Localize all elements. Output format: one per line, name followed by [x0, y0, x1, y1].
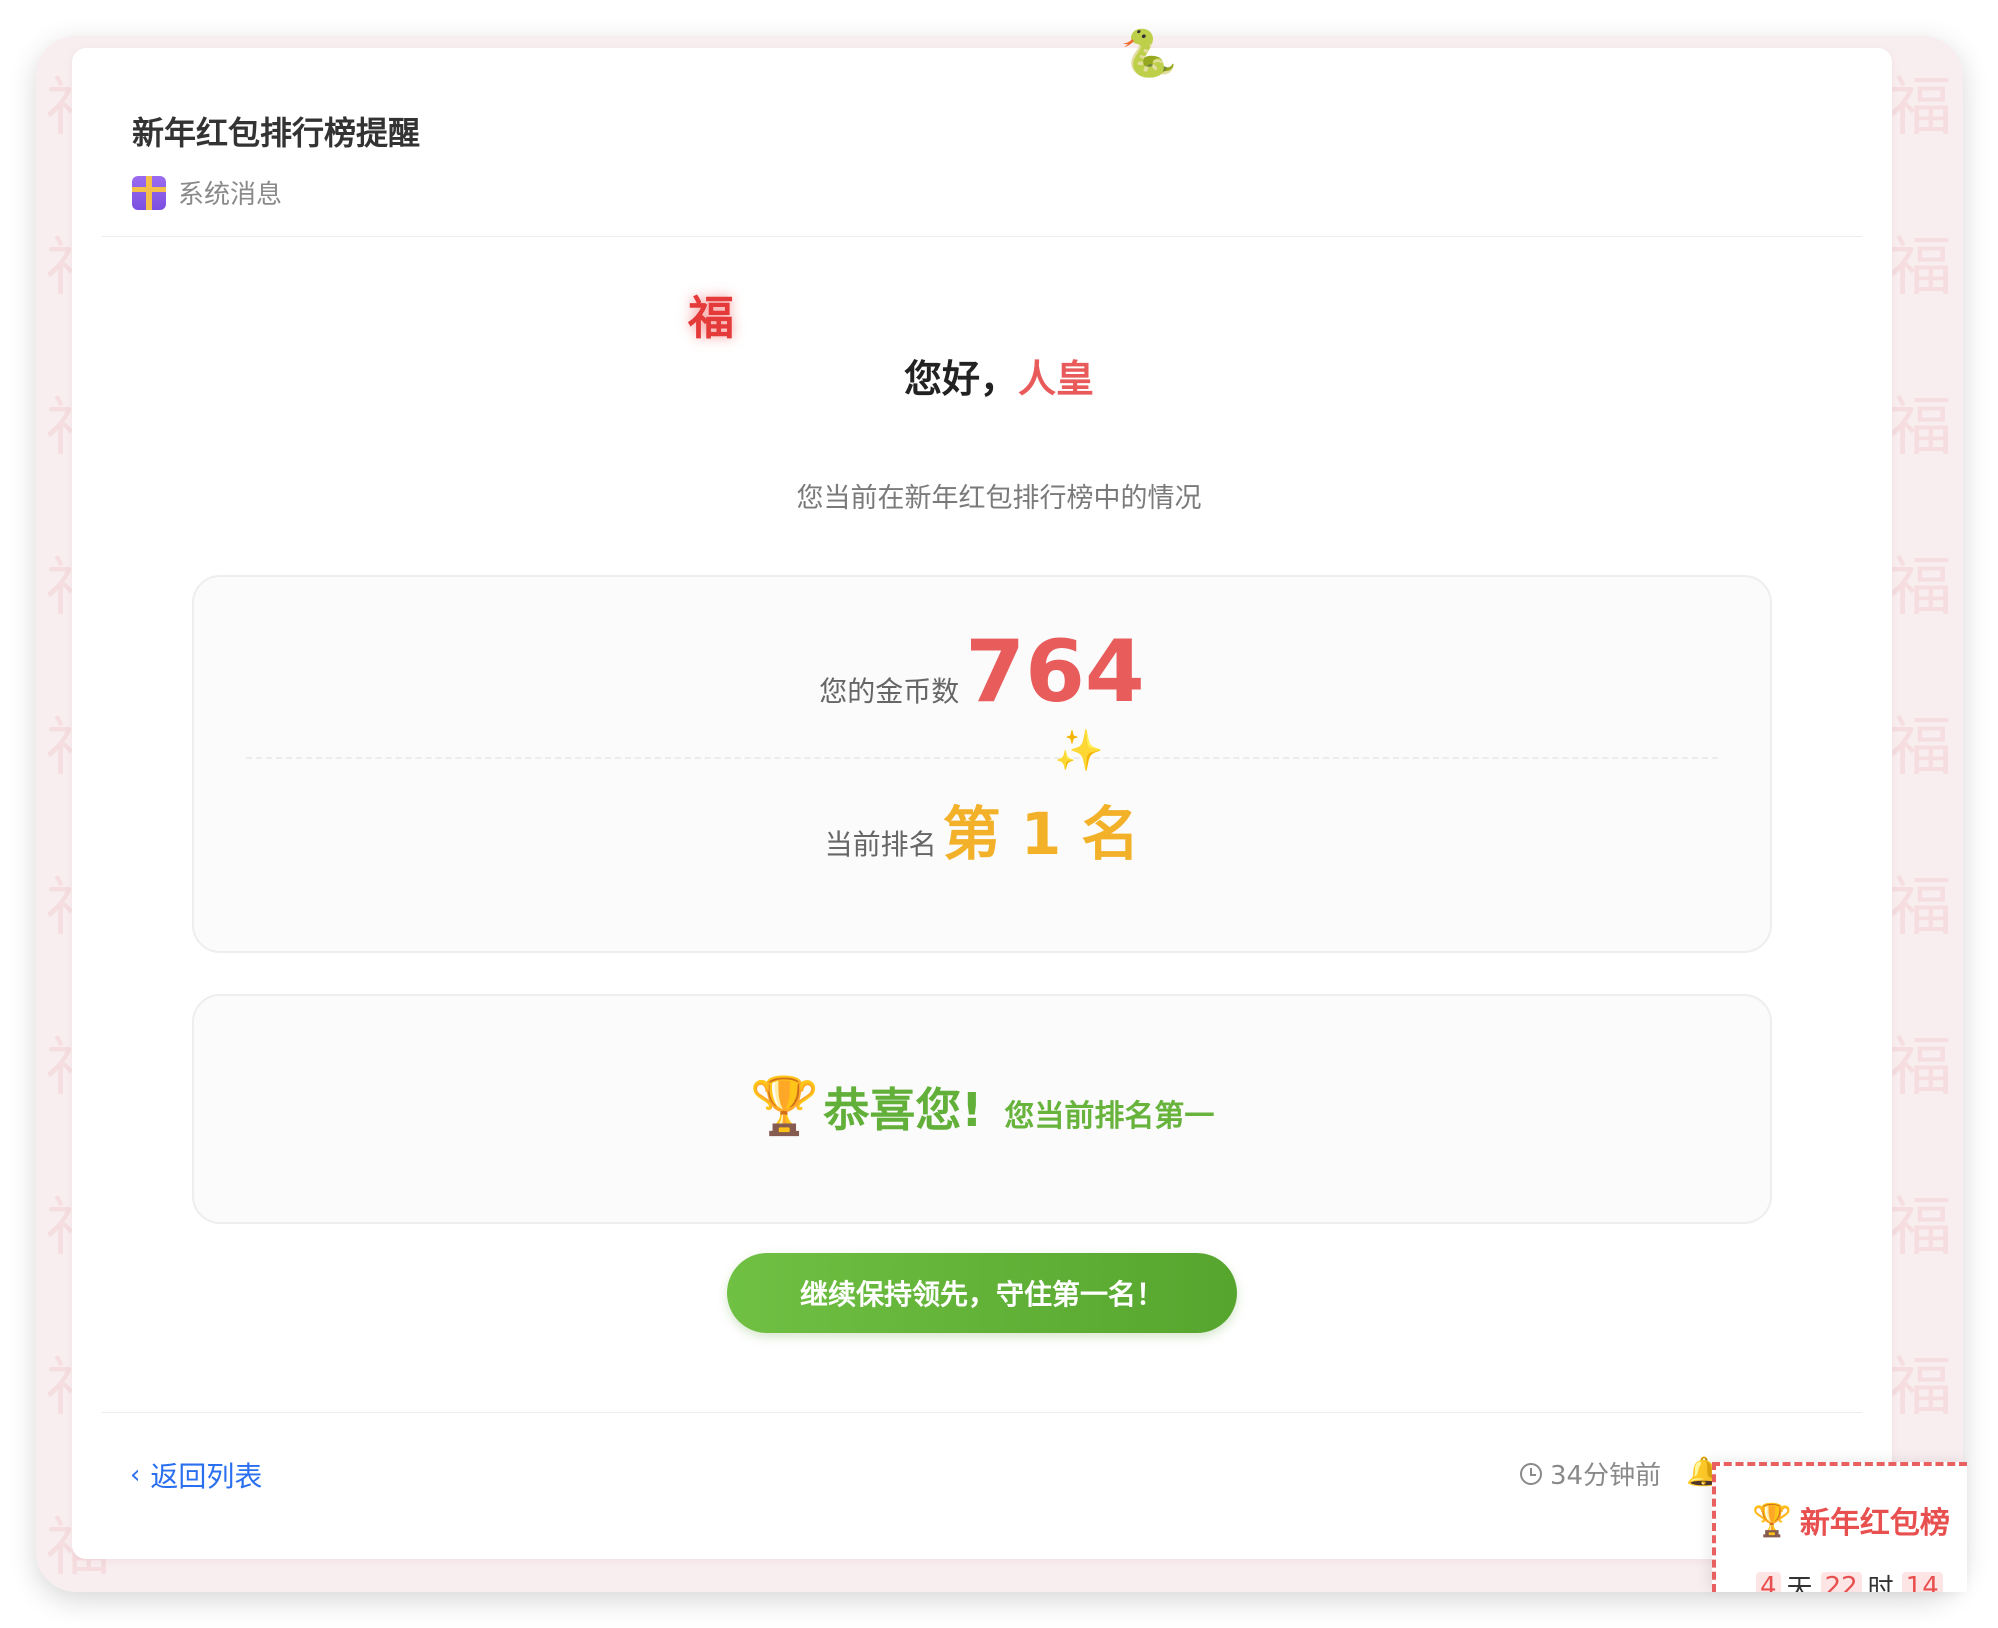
header-divider [102, 236, 1862, 237]
countdown-minutes: 14 [1901, 1571, 1943, 1592]
back-label: 返回列表 [150, 1460, 263, 1493]
backdrop-fortune-glyph: 福 [1888, 231, 1952, 305]
backdrop-fortune-glyph: 福 [1888, 711, 1952, 785]
stats-panel: 您的金币数 764 ✨ 当前排名 第 1 名 [192, 575, 1772, 953]
sparkle-icon: ✨ [1054, 728, 1104, 774]
congrats-message: 🏆 恭喜您! 您当前排名第一 [194, 1074, 1770, 1140]
backdrop-fortune-glyph: 福 [1888, 1031, 1952, 1105]
countdown-timer: 4 天 22 时 14 [1756, 1568, 1949, 1592]
countdown-widget[interactable]: 🏆 新年红包榜 4 天 22 时 14 [1712, 1462, 1967, 1592]
back-to-list-link[interactable]: ‹ 返回列表 [130, 1455, 262, 1495]
congrats-subtitle: 您当前排名第一 [1004, 1099, 1215, 1134]
countdown-days-unit: 天 [1786, 1574, 1813, 1592]
greeting-prefix: 您好， [903, 357, 1018, 401]
stats-divider [246, 757, 1718, 759]
message-title: 新年红包排行榜提醒 [132, 114, 421, 152]
coins-stat: 您的金币数 764 [194, 629, 1770, 715]
backdrop-fortune-glyph: 福 [1888, 1351, 1952, 1425]
coins-value: 764 [965, 622, 1145, 722]
category-label: 系统消息 [178, 180, 283, 210]
footer-divider [102, 1412, 1862, 1413]
congrats-title: 恭喜您! [823, 1083, 983, 1137]
message-time: 34分钟前 [1520, 1455, 1661, 1492]
trophy-icon: 🏆 [749, 1074, 820, 1139]
fortune-char: 福 [688, 291, 734, 345]
backdrop-fortune-glyph: 福 [1888, 71, 1952, 145]
time-ago: 34分钟前 [1550, 1461, 1662, 1491]
backdrop-fortune-glyph: 福 [1888, 391, 1952, 465]
countdown-header: 🏆 新年红包榜 [1752, 1498, 1950, 1542]
greeting: 您好，人皇 [0, 348, 1998, 403]
gift-icon [132, 175, 166, 210]
backdrop-fortune-glyph: 福 [1888, 551, 1952, 625]
chevron-left-icon: ‹ [130, 1460, 141, 1490]
clock-icon [1520, 1462, 1542, 1485]
rank-value: 第 1 名 [942, 800, 1140, 868]
backdrop-fortune-glyph: 福 [1888, 871, 1952, 945]
congrats-panel: 🏆 恭喜您! 您当前排名第一 [192, 994, 1772, 1224]
leaderboard-subtitle: 您当前在新年红包排行榜中的情况 [796, 483, 1202, 514]
trophy-icon: 🏆 [1752, 1501, 1792, 1539]
countdown-days: 4 [1756, 1571, 1781, 1592]
message-category: 系统消息 [132, 174, 282, 211]
countdown-hours: 22 [1820, 1571, 1862, 1592]
rank-stat: 当前排名 第 1 名 [194, 805, 1770, 863]
coins-label: 您的金币数 [819, 675, 960, 708]
user-name: 人皇 [1018, 357, 1095, 401]
keep-leading-button[interactable]: 继续保持领先，守住第一名！ [727, 1253, 1237, 1333]
backdrop-fortune-glyph: 福 [1888, 1191, 1952, 1265]
snake-icon: 🐍 [1120, 26, 1178, 80]
countdown-title: 新年红包榜 [1799, 1506, 1950, 1541]
rank-label: 当前排名 [824, 828, 937, 861]
countdown-hours-unit: 时 [1867, 1574, 1894, 1592]
